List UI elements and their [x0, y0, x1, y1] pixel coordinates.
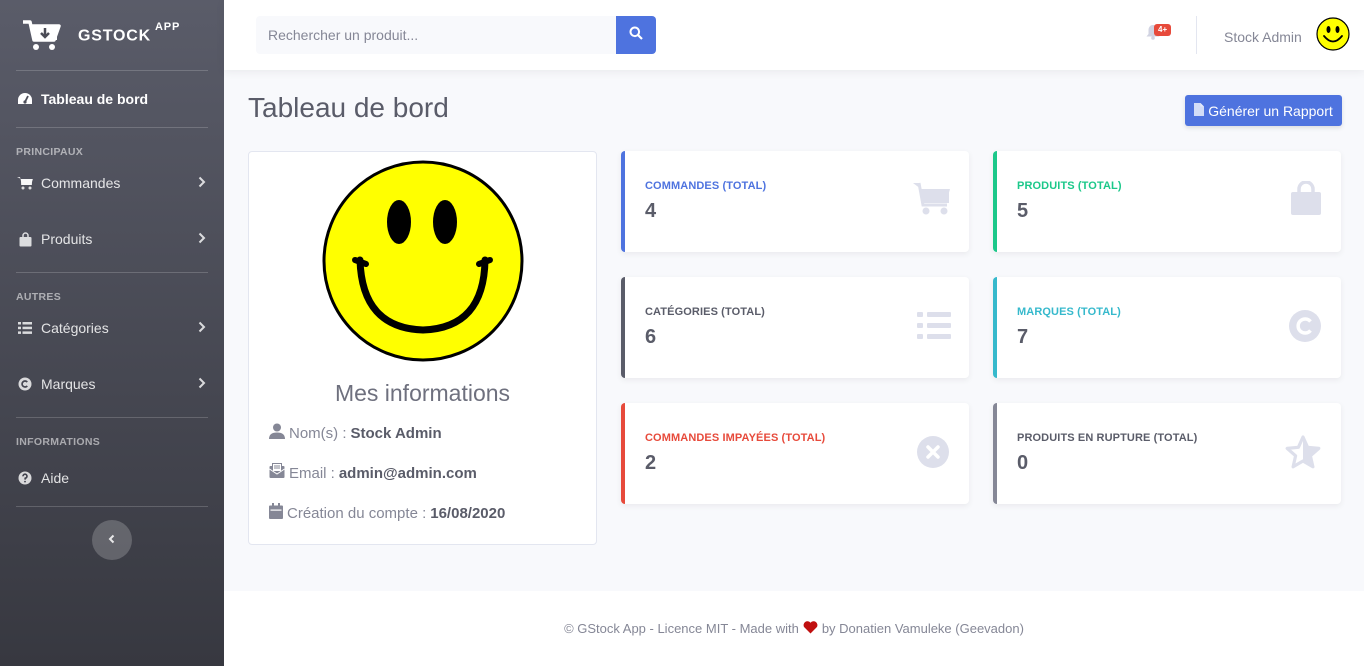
stat-label: CATÉGORIES (TOTAL) [645, 306, 765, 318]
cart-icon [913, 181, 951, 220]
stat-value: 5 [1017, 200, 1029, 222]
star-icon [1285, 435, 1321, 474]
stat-card-commandes-impayees[interactable]: COMMANDES IMPAYÉES (TOTAL) 2 [621, 403, 969, 504]
chevron-right-icon [198, 320, 208, 336]
sidebar-heading-informations: INFORMATIONS [16, 436, 101, 448]
sidebar-item-label: Tableau de bord [41, 91, 149, 107]
profile-card: Mes informations Nom(s) : Stock Admin Em… [248, 151, 597, 545]
stat-value: 4 [645, 200, 657, 222]
calendar-icon [269, 503, 287, 523]
chevron-left-icon [108, 531, 116, 549]
stat-card-marques[interactable]: MARQUES (TOTAL) 7 [993, 277, 1341, 378]
chevron-right-icon [198, 175, 208, 191]
stat-value: 2 [645, 452, 657, 474]
list-icon [16, 322, 34, 334]
file-icon [1194, 102, 1208, 119]
generate-report-label: Générer un Rapport [1208, 102, 1333, 119]
sidebar-item-label: Aide [41, 470, 70, 486]
bag-icon [1291, 180, 1321, 220]
profile-email-value: admin@admin.com [338, 464, 477, 482]
sidebar-item-commandes[interactable]: Commandes [0, 160, 224, 206]
stat-label: COMMANDES (TOTAL) [645, 180, 767, 192]
chevron-right-icon [198, 376, 208, 392]
copyright-icon [1289, 310, 1321, 347]
search-icon [629, 26, 643, 45]
topbar: 4+ Stock Admin [224, 0, 1364, 70]
stat-value: 7 [1017, 326, 1029, 348]
stat-label: COMMANDES IMPAYÉES (TOTAL) [645, 432, 826, 444]
cart-icon [16, 176, 34, 190]
footer-suffix: by Donatien Vamuleke (Geevadon) [821, 621, 1024, 636]
stat-card-produits[interactable]: PRODUITS (TOTAL) 5 [993, 151, 1341, 252]
profile-email-label: Email : [289, 464, 335, 482]
brand-name: GSTOCKAPP [78, 20, 181, 45]
footer-prefix: © GStock App - Licence MIT - Made with [564, 621, 799, 636]
tachometer-icon [16, 92, 34, 106]
sidebar: GSTOCKAPP Tableau de bord PRINCIPAUX Com… [0, 0, 224, 666]
profile-name-row: Nom(s) : Stock Admin [269, 423, 442, 443]
heart-icon [803, 620, 818, 637]
sidebar-heading-autres: AUTRES [16, 291, 62, 303]
topbar-divider [1196, 16, 1197, 54]
profile-created-row: Création du compte : 16/08/2020 [269, 503, 505, 523]
profile-created-label: Création du compte : [287, 504, 427, 522]
user-name: Stock Admin [1224, 28, 1302, 45]
stat-label: PRODUITS (TOTAL) [1017, 180, 1122, 192]
footer: © GStock App - Licence MIT - Made with b… [224, 591, 1364, 666]
sidebar-item-categories[interactable]: Catégories [0, 305, 224, 351]
stat-value: 0 [1017, 452, 1029, 474]
cart-logo-icon [22, 18, 62, 52]
question-icon [16, 471, 34, 485]
profile-created-value: 16/08/2020 [430, 504, 506, 522]
profile-name-label: Nom(s) : [289, 424, 347, 442]
sidebar-divider [16, 506, 208, 507]
times-circle-icon [917, 436, 949, 473]
sidebar-item-marques[interactable]: Marques [0, 351, 224, 417]
sidebar-item-label: Produits [41, 231, 93, 247]
user-icon [269, 423, 289, 443]
user-menu[interactable]: Stock Admin [1224, 17, 1350, 56]
stat-label: PRODUITS EN RUPTURE (TOTAL) [1017, 432, 1198, 444]
bag-icon [16, 231, 34, 247]
stat-label: MARQUES (TOTAL) [1017, 306, 1121, 318]
sidebar-item-label: Commandes [41, 175, 121, 191]
stat-value: 6 [645, 326, 657, 348]
stat-card-produits-rupture[interactable]: PRODUITS EN RUPTURE (TOTAL) 0 [993, 403, 1341, 504]
sidebar-item-label: Marques [41, 376, 96, 392]
mail-icon [269, 463, 289, 483]
search-button[interactable] [616, 16, 656, 54]
notification-badge: 4+ [1154, 24, 1172, 36]
list-icon [917, 312, 951, 345]
profile-avatar [322, 160, 524, 367]
sidebar-toggle-button[interactable] [92, 520, 132, 560]
chevron-right-icon [198, 231, 208, 247]
sidebar-heading-principaux: PRINCIPAUX [16, 146, 84, 158]
stat-card-commandes[interactable]: COMMANDES (TOTAL) 4 [621, 151, 969, 252]
sidebar-item-dashboard[interactable]: Tableau de bord [0, 71, 224, 127]
page-title: Tableau de bord [248, 92, 449, 123]
avatar [1316, 17, 1350, 56]
search-input[interactable] [256, 16, 616, 54]
sidebar-item-aide[interactable]: Aide [0, 450, 224, 506]
brand[interactable]: GSTOCKAPP [0, 0, 224, 70]
sidebar-item-produits[interactable]: Produits [0, 206, 224, 272]
profile-email-row: Email : admin@admin.com [269, 463, 477, 483]
generate-report-button[interactable]: Générer un Rapport [1185, 95, 1342, 126]
profile-title: Mes informations [334, 380, 511, 406]
copyright-icon [16, 377, 34, 391]
search-form [256, 16, 656, 54]
sidebar-item-label: Catégories [41, 320, 109, 336]
profile-name-value: Stock Admin [350, 424, 442, 442]
stat-card-categories[interactable]: CATÉGORIES (TOTAL) 6 [621, 277, 969, 378]
